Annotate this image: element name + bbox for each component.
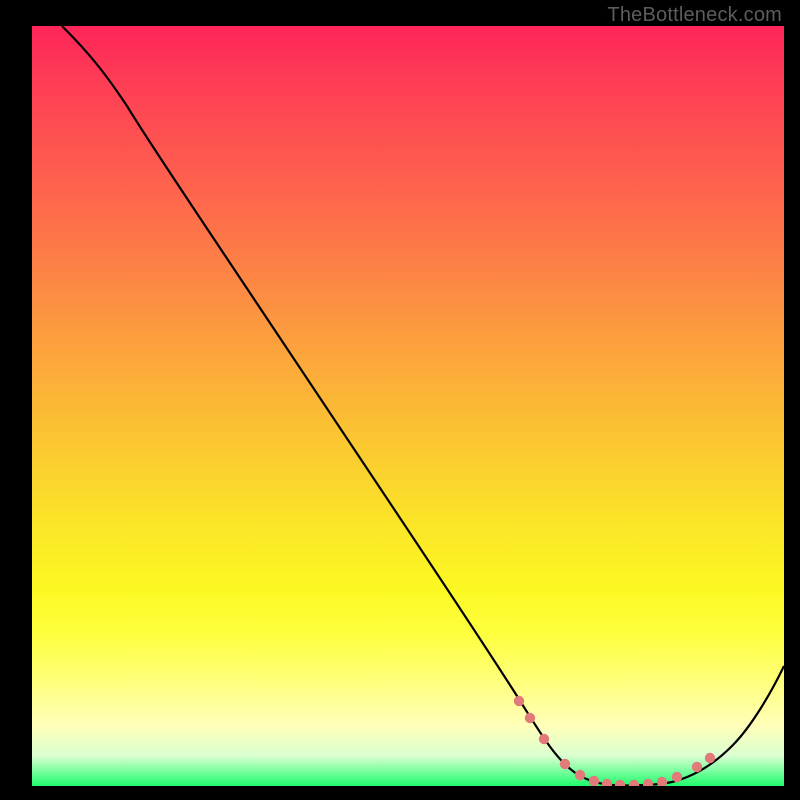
watermark-text: TheBottleneck.com: [607, 4, 782, 27]
plot-area: [32, 26, 784, 786]
chart-container: TheBottleneck.com: [0, 0, 800, 800]
bottleneck-curve-line: [62, 26, 784, 786]
curve-svg: [32, 26, 784, 786]
optimal-range-markers: [514, 696, 715, 786]
